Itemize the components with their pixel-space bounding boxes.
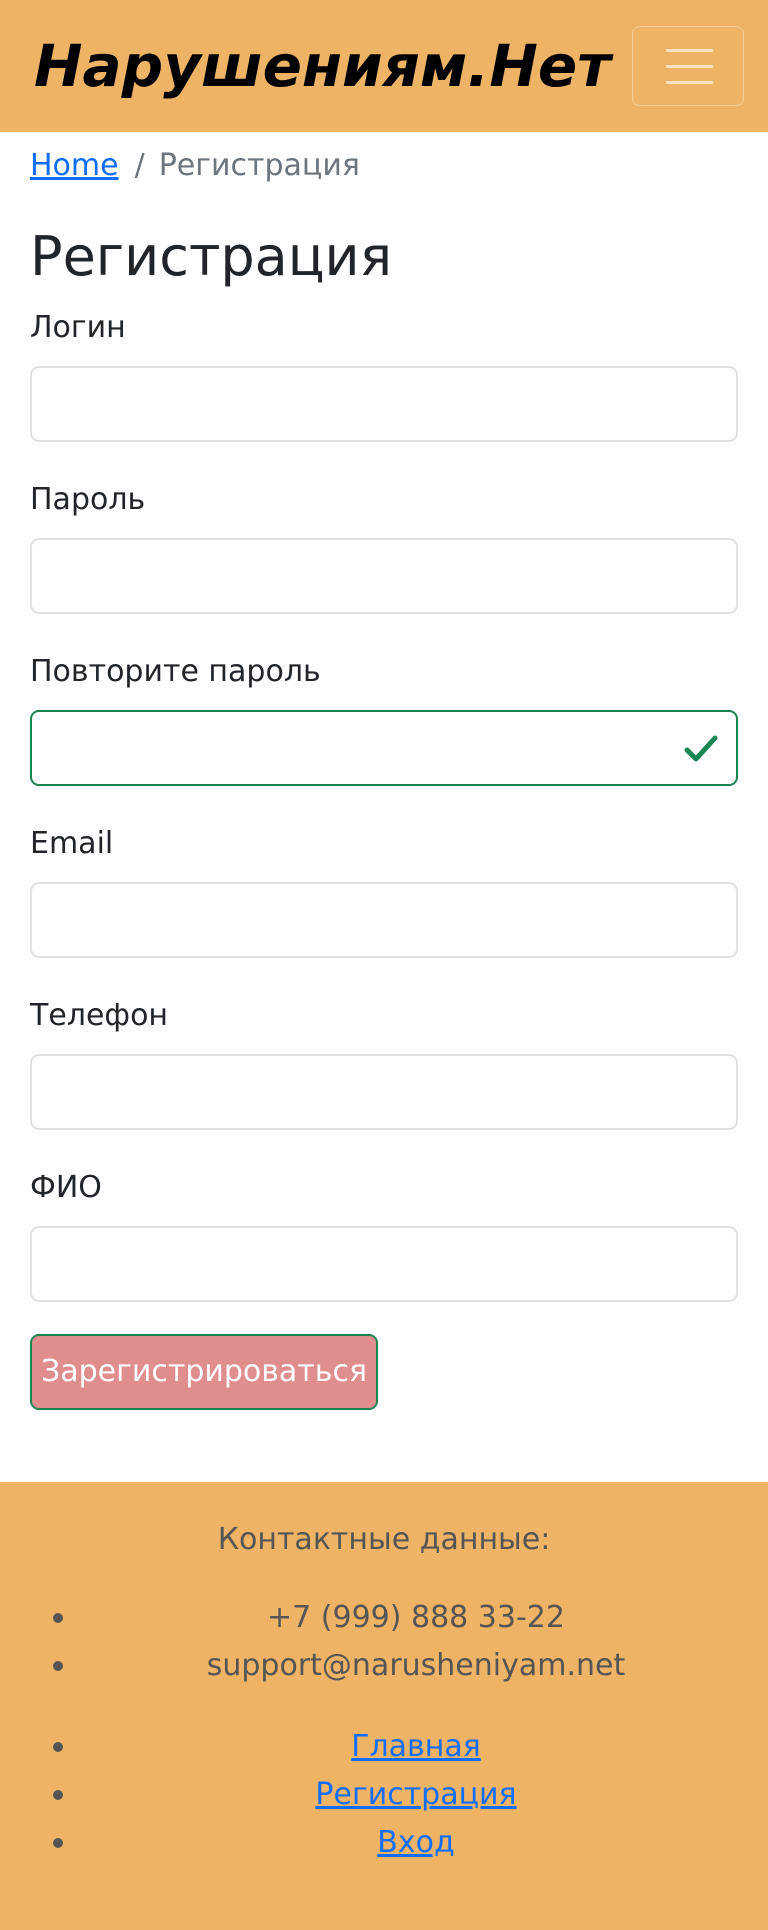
fullname-input[interactable] [30,1226,738,1302]
page-title: Регистрация [30,225,393,288]
list-bullet [53,1613,63,1623]
navbar-toggler-button[interactable] [632,26,744,106]
email-input[interactable] [30,882,738,958]
breadcrumb-current: Регистрация [158,148,360,183]
email-label: Email [30,826,114,861]
login-input[interactable] [30,366,738,442]
navbar: Нарушениям.Нет [0,0,768,132]
hamburger-menu-icon [666,49,713,52]
list-bullet [53,1838,63,1848]
breadcrumb: Home / Регистрация [30,144,360,188]
hamburger-menu-icon [666,81,713,84]
confirm-password-label: Повторите пароль [30,654,321,689]
footer-link-login: Вход [96,1821,736,1865]
footer-link-login-anchor[interactable]: Вход [377,1825,454,1860]
list-bullet [53,1790,63,1800]
checkmark-icon [684,735,718,762]
list-bullet [53,1661,63,1671]
hamburger-menu-icon [666,65,713,68]
contact-email: support@narusheniyam.net [206,1648,626,1683]
login-label: Логин [30,310,126,345]
brand-logo[interactable]: Нарушениям.Нет [34,22,611,110]
footer-link-register: Регистрация [96,1773,736,1817]
footer-link-home: Главная [96,1725,736,1769]
phone-label: Телефон [30,998,169,1033]
phone-input[interactable] [30,1054,738,1130]
password-input[interactable] [30,538,738,614]
footer-link-home-anchor[interactable]: Главная [351,1729,481,1764]
password-label: Пароль [30,482,146,517]
confirm-password-input[interactable] [30,710,738,786]
list-bullet [53,1742,63,1752]
fullname-label: ФИО [30,1170,102,1205]
footer-link-register-anchor[interactable]: Регистрация [315,1777,516,1812]
breadcrumb-home-link[interactable]: Home [30,148,119,183]
contact-phone: +7 (999) 888 33-22 [267,1600,565,1635]
footer-heading: Контактные данные: [217,1522,551,1557]
breadcrumb-separator: / [134,148,145,183]
register-button[interactable]: Зарегистрироваться [30,1334,378,1410]
